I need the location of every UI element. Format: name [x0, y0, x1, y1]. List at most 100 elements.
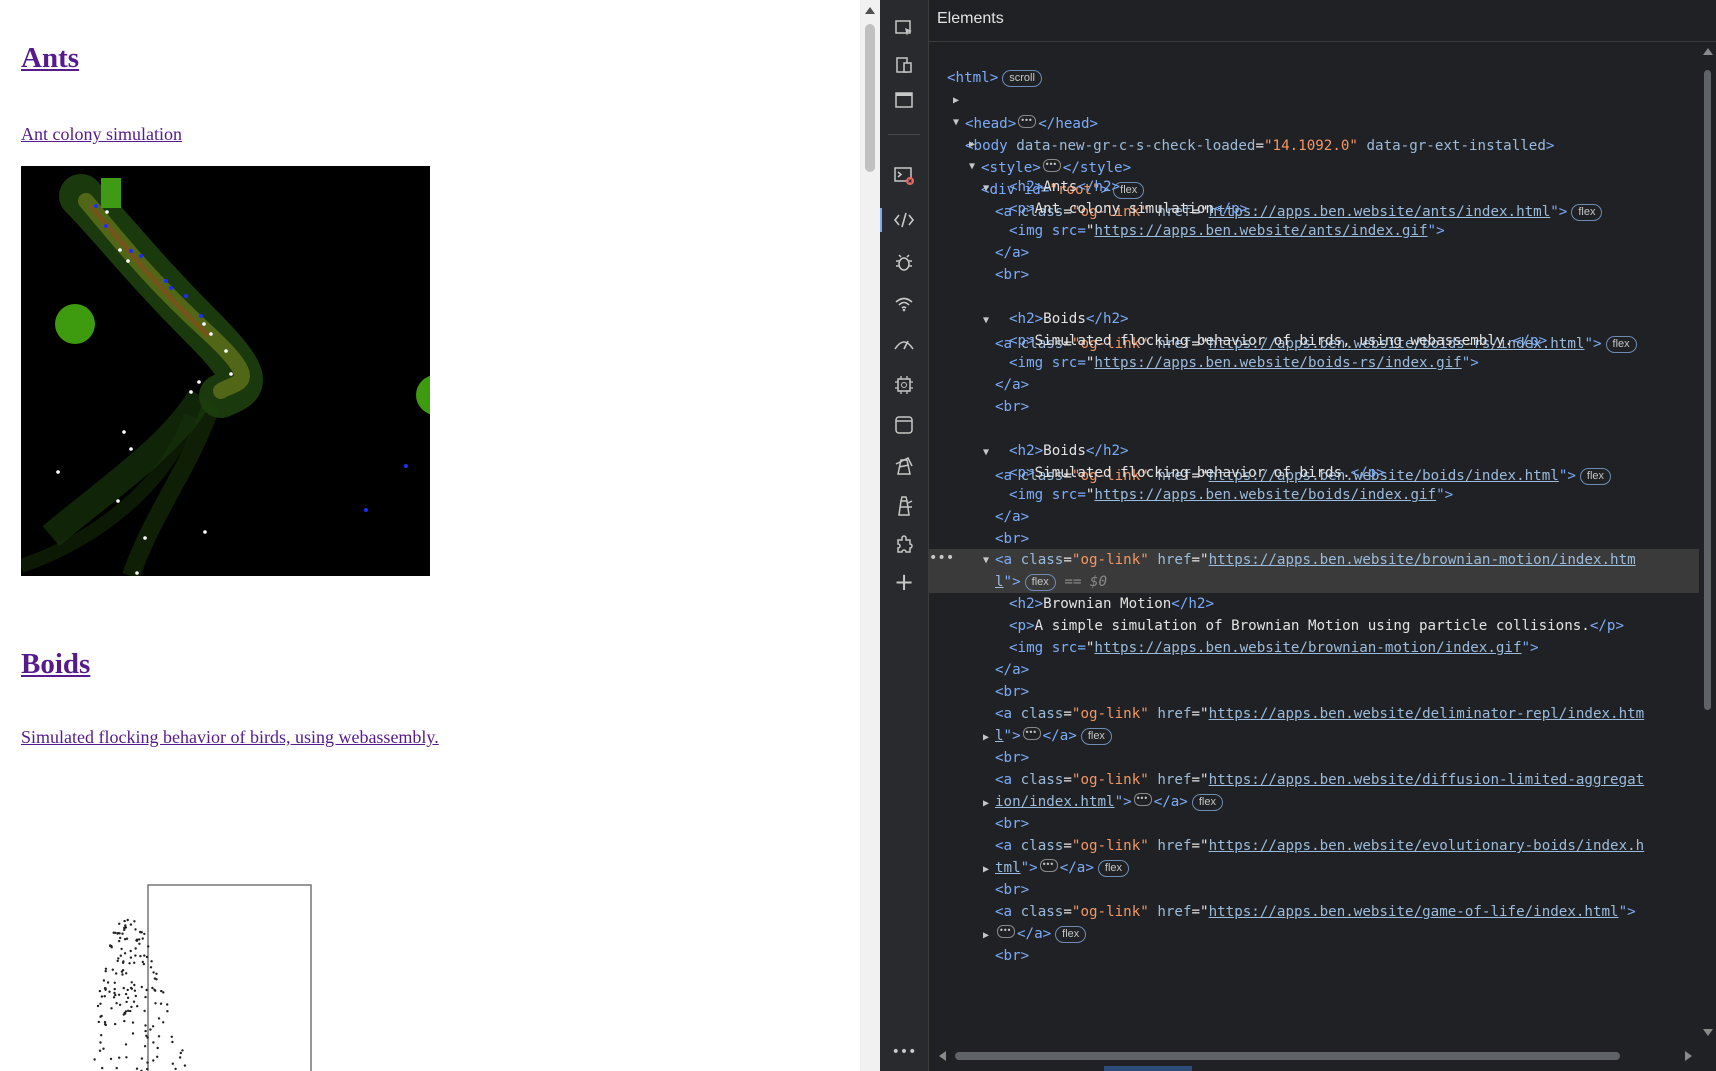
extensions-icon[interactable] [892, 534, 916, 558]
tag-text: </a> [995, 377, 1030, 393]
page-scrollbar-thumb[interactable] [865, 24, 875, 172]
devtools-window: + ••• Elements <html>scroll ▶ <head></he… [880, 0, 1716, 1071]
collapse-arrow-icon[interactable]: ▼ [983, 549, 995, 572]
dom-tree-horizontal-scrollbar[interactable] [929, 1047, 1716, 1065]
scroll-up-arrow-icon[interactable] [865, 7, 875, 14]
more-tools-icon[interactable]: ••• [892, 1040, 917, 1064]
href-link[interactable]: tml [995, 860, 1021, 876]
href-link[interactable]: https://apps.ben.website/brownian-motion… [1209, 552, 1636, 568]
dom-node-body[interactable]: ▼ <body data-new-gr-c-s-check-loaded="14… [929, 88, 1699, 153]
dom-tree[interactable]: <html>scroll ▶ <head></head> ▼ <body dat… [929, 44, 1699, 1044]
dom-node-html[interactable]: <html> scroll [929, 44, 1699, 88]
href-link[interactable]: https://apps.ben.website/boids-rs/index.… [1094, 355, 1461, 371]
dom-node-a-og-link[interactable]: ▼ <a class="og-link" href="https://apps.… [929, 418, 1699, 485]
href-link[interactable]: https://apps.ben.website/evolutionary-bo… [1209, 838, 1645, 854]
dom-node-br[interactable]: <br> [929, 813, 1699, 837]
drawer-resize-handle[interactable] [1104, 1066, 1192, 1071]
item-description[interactable]: Ant colony simulation [21, 124, 182, 145]
dom-node-a-og-link-collapsed[interactable]: ▶ <a class="og-link" href="https://apps.… [929, 901, 1699, 945]
dom-node-head[interactable]: ▶ <head></head> [929, 66, 1699, 132]
href-link[interactable]: https://apps.ben.website/ants/index.gif [1094, 223, 1427, 239]
item-title[interactable]: Boids [21, 648, 90, 681]
dom-node-a-og-link-selected[interactable]: ••• ▼ <a class="og-link" href="https://a… [929, 549, 1699, 593]
flex-badge[interactable]: flex [1097, 860, 1130, 877]
sources-icon[interactable] [892, 251, 916, 275]
dom-node-br[interactable]: <br> [929, 396, 1699, 420]
href-link[interactable]: https://apps.ben.website/deliminator-rep… [1209, 706, 1645, 722]
network-icon[interactable] [892, 292, 916, 316]
inspect-element-icon[interactable] [892, 17, 916, 41]
href-link[interactable]: l [995, 574, 1004, 590]
boid-dot [114, 1022, 117, 1026]
href-link[interactable]: https://apps.ben.website/brownian-motion… [1094, 640, 1521, 656]
dom-node-img[interactable]: <img src="https://apps.ben.website/boids… [929, 484, 1699, 508]
href-link[interactable]: ion/index.html [995, 794, 1115, 810]
recorder-icon[interactable] [892, 494, 916, 518]
href-link[interactable]: https://apps.ben.website/game-of-life/in… [1209, 904, 1619, 920]
dom-node-p[interactable]: <p>Simulated flocking behavior of birds.… [929, 462, 1699, 486]
href-link[interactable]: https://apps.ben.website/diffusion-limit… [1209, 772, 1645, 788]
scroll-left-arrow-icon[interactable] [939, 1051, 946, 1061]
href-link[interactable]: https://apps.ben.website/boids/index.gif [1094, 487, 1436, 503]
add-tool-icon[interactable]: + [892, 568, 916, 596]
flex-badge[interactable]: flex [1024, 574, 1056, 591]
horizontal-scrollbar-thumb[interactable] [955, 1052, 1620, 1060]
dom-tree-scrollbar[interactable] [1699, 44, 1716, 1044]
dom-node-p[interactable]: <p>Ant colony simulation</p> [929, 198, 1699, 222]
page-icon[interactable] [892, 88, 916, 112]
performance-icon[interactable] [892, 333, 916, 357]
dom-node-a-close[interactable]: </a> [929, 374, 1699, 398]
dom-node-img[interactable]: <img src="https://apps.ben.website/ants/… [929, 220, 1699, 244]
console-icon[interactable] [892, 164, 916, 188]
dom-node-a-og-link-collapsed[interactable]: ▶ <a class="og-link" href="https://apps.… [929, 769, 1699, 813]
dom-node-h2[interactable]: <h2>Boids</h2> [929, 308, 1699, 332]
ants-simulation-image[interactable] [21, 166, 430, 576]
dom-node-a-og-link[interactable]: ▼ <a class="og-link" href="https://apps.… [929, 286, 1699, 353]
elements-icon[interactable] [880, 208, 916, 232]
lighthouse-icon[interactable] [892, 453, 916, 477]
collapsed-ellipsis-icon[interactable] [1022, 721, 1041, 744]
dom-node-img[interactable]: <img src="https://apps.ben.website/brown… [929, 637, 1699, 661]
item-title[interactable]: Ants [21, 42, 79, 75]
dom-node-br[interactable]: <br> [929, 681, 1699, 705]
dom-tree-scrollbar-thumb[interactable] [1704, 70, 1711, 710]
collapsed-ellipsis-icon[interactable] [997, 919, 1015, 942]
boid-dot [119, 936, 122, 940]
node-actions-icon[interactable]: ••• [929, 547, 954, 570]
tag-text: <br> [995, 399, 1030, 415]
dom-node-h2[interactable]: <h2>Boids</h2> [929, 440, 1699, 464]
collapsed-ellipsis-icon[interactable] [1039, 853, 1058, 876]
dom-node-a-og-link-collapsed[interactable]: ▶ <a class="og-link" href="https://apps.… [929, 703, 1699, 747]
application-icon[interactable] [892, 413, 916, 437]
dom-node-br[interactable]: <br> [929, 747, 1699, 771]
flex-badge[interactable]: flex [1055, 926, 1087, 943]
scroll-right-arrow-icon[interactable] [1685, 1051, 1692, 1061]
dom-node-h2[interactable]: <h2>Brownian Motion</h2> [929, 593, 1699, 617]
scroll-up-arrow-icon[interactable] [1703, 48, 1713, 55]
dom-node-br[interactable]: <br> [929, 264, 1699, 288]
collapsed-ellipsis-icon[interactable] [1133, 787, 1152, 810]
page-scrollbar[interactable] [860, 0, 880, 1071]
scroll-down-arrow-icon[interactable] [1703, 1029, 1713, 1036]
dom-node-div-root[interactable]: ▼ <div id="root"> flex [929, 132, 1699, 199]
href-link[interactable]: l [995, 728, 1004, 744]
tag-text: </p> [1214, 201, 1249, 217]
dom-node-a-close[interactable]: </a> [929, 242, 1699, 266]
boids-simulation-image[interactable] [87, 880, 330, 1071]
dom-node-h2[interactable]: <h2>Ants</h2> [929, 176, 1699, 200]
flex-badge[interactable]: flex [1080, 728, 1112, 745]
dom-node-a-og-link[interactable]: ▼ <a class="og-link" href="https://apps.… [929, 154, 1699, 221]
dom-node-p[interactable]: <p>A simple simulation of Brownian Motio… [929, 615, 1699, 639]
dom-node-p[interactable]: <p>Simulated flocking behavior of birds,… [929, 330, 1699, 354]
dom-node-br[interactable]: <br> [929, 879, 1699, 903]
dom-node-a-close[interactable]: </a> [929, 659, 1699, 683]
item-description[interactable]: Simulated flocking behavior of birds, us… [21, 727, 439, 748]
dom-node-a-close[interactable]: </a> [929, 506, 1699, 530]
dom-node-style[interactable]: ▶ <style></style> [929, 110, 1699, 176]
device-toolbar-icon[interactable] [892, 53, 916, 77]
dom-node-a-og-link-collapsed[interactable]: ▶ <a class="og-link" href="https://apps.… [929, 835, 1699, 879]
flex-badge[interactable]: flex [1191, 794, 1223, 811]
memory-icon[interactable] [892, 373, 916, 397]
dom-node-br[interactable]: <br> [929, 945, 1699, 969]
dom-node-img[interactable]: <img src="https://apps.ben.website/boids… [929, 352, 1699, 376]
